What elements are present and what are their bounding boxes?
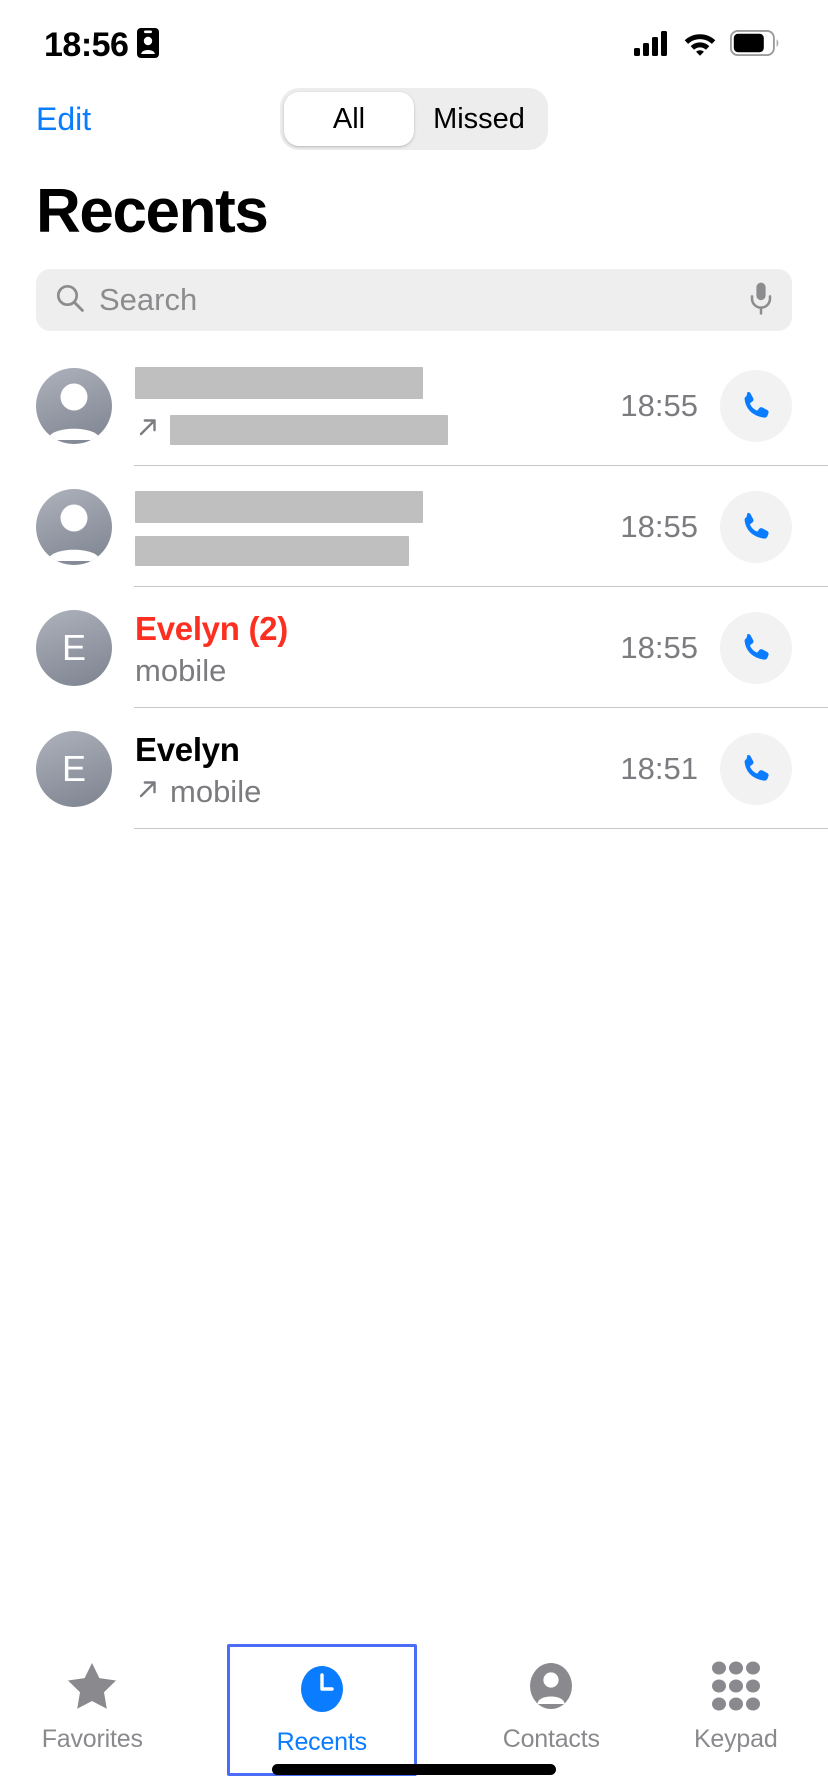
table-row[interactable]: E Evelyn mobile 18:51	[0, 708, 828, 830]
tab-keypad[interactable]: Keypad	[644, 1644, 828, 1770]
caller-subtitle	[135, 536, 620, 567]
redacted-subtitle-block	[135, 536, 409, 567]
redacted-subtitle-block	[170, 415, 448, 446]
redacted-name-block	[135, 367, 423, 400]
search-bar[interactable]	[36, 269, 792, 332]
phone-icon	[744, 633, 769, 660]
call-time: 18:55	[620, 629, 698, 665]
table-row[interactable]: 18:55	[0, 466, 828, 588]
row-divider	[134, 828, 828, 830]
avatar-initial: E	[61, 747, 86, 789]
status-bar: 18:56	[0, 0, 828, 78]
call-time: 18:51	[620, 750, 698, 786]
row-content: Evelyn (2) mobile	[112, 587, 620, 708]
call-time: 18:55	[620, 508, 698, 544]
outgoing-call-arrow-icon	[135, 774, 161, 810]
keypad-grid-icon	[710, 1658, 762, 1714]
avatar: E	[36, 609, 112, 686]
avatar-initial: E	[61, 626, 86, 668]
tab-favorites[interactable]: Favorites	[0, 1644, 185, 1770]
caller-subtitle-label: mobile	[135, 653, 227, 689]
edit-button[interactable]: Edit	[36, 101, 91, 138]
call-back-button[interactable]	[720, 490, 792, 563]
caller-name: Evelyn	[135, 731, 240, 769]
row-content	[112, 345, 620, 466]
outgoing-call-arrow-icon	[135, 412, 161, 448]
table-row[interactable]: 18:55	[0, 345, 828, 467]
caller-subtitle-label: mobile	[170, 774, 262, 810]
status-bar-left: 18:56	[44, 26, 160, 64]
call-back-button[interactable]	[720, 369, 792, 442]
status-bar-right	[634, 29, 780, 61]
recents-call-list: 18:55 18:55 E Evelyn (2) mobile 18:55 E …	[0, 345, 828, 830]
navigation-bar: Edit All Missed	[0, 78, 828, 160]
wifi-icon	[683, 30, 717, 61]
call-time: 18:55	[620, 387, 698, 423]
caller-subtitle	[135, 412, 620, 448]
phone-icon	[744, 512, 769, 539]
redacted-name-block	[135, 491, 423, 524]
tab-label: Keypad	[693, 1725, 778, 1753]
call-back-button[interactable]	[720, 732, 792, 805]
cellular-signal-icon	[634, 30, 670, 61]
tab-label: Contacts	[502, 1725, 600, 1753]
call-back-button[interactable]	[720, 611, 792, 684]
status-bar-clock: 18:56	[44, 26, 129, 64]
segment-all[interactable]: All	[284, 92, 414, 146]
caller-subtitle: mobile	[135, 653, 620, 689]
person-circle-icon	[527, 1658, 575, 1714]
avatar	[36, 367, 112, 444]
avatar	[36, 488, 112, 565]
tab-label: Favorites	[41, 1725, 143, 1753]
person-placeholder-icon	[48, 504, 100, 561]
filter-segmented-control[interactable]: All Missed	[280, 88, 548, 150]
star-icon	[66, 1658, 118, 1714]
phone-icon	[744, 391, 769, 418]
caller-name: Evelyn (2)	[135, 610, 288, 648]
clock-icon	[298, 1661, 346, 1717]
microphone-icon[interactable]	[748, 281, 774, 320]
page-title: Recents	[36, 177, 269, 246]
segment-missed[interactable]: Missed	[414, 92, 544, 146]
tab-recents[interactable]: Recents	[226, 1644, 417, 1776]
row-content	[112, 466, 620, 587]
caller-name	[135, 491, 620, 531]
home-indicator	[272, 1764, 556, 1775]
search-container	[0, 247, 828, 332]
phone-icon	[744, 754, 769, 781]
caller-name	[135, 367, 620, 407]
person-placeholder-icon	[48, 383, 100, 440]
tab-contacts[interactable]: Contacts	[459, 1644, 644, 1770]
contact-card-icon	[137, 27, 160, 63]
table-row[interactable]: E Evelyn (2) mobile 18:55	[0, 587, 828, 709]
caller-subtitle: mobile	[135, 774, 620, 810]
tab-label: Recents	[276, 1728, 368, 1756]
tab-bar: Favorites Recents Contacts Keypad	[0, 1622, 828, 1792]
search-icon	[54, 282, 86, 319]
search-input[interactable]	[99, 282, 735, 319]
battery-icon	[729, 29, 780, 61]
avatar: E	[36, 730, 112, 807]
row-content: Evelyn mobile	[112, 708, 620, 829]
